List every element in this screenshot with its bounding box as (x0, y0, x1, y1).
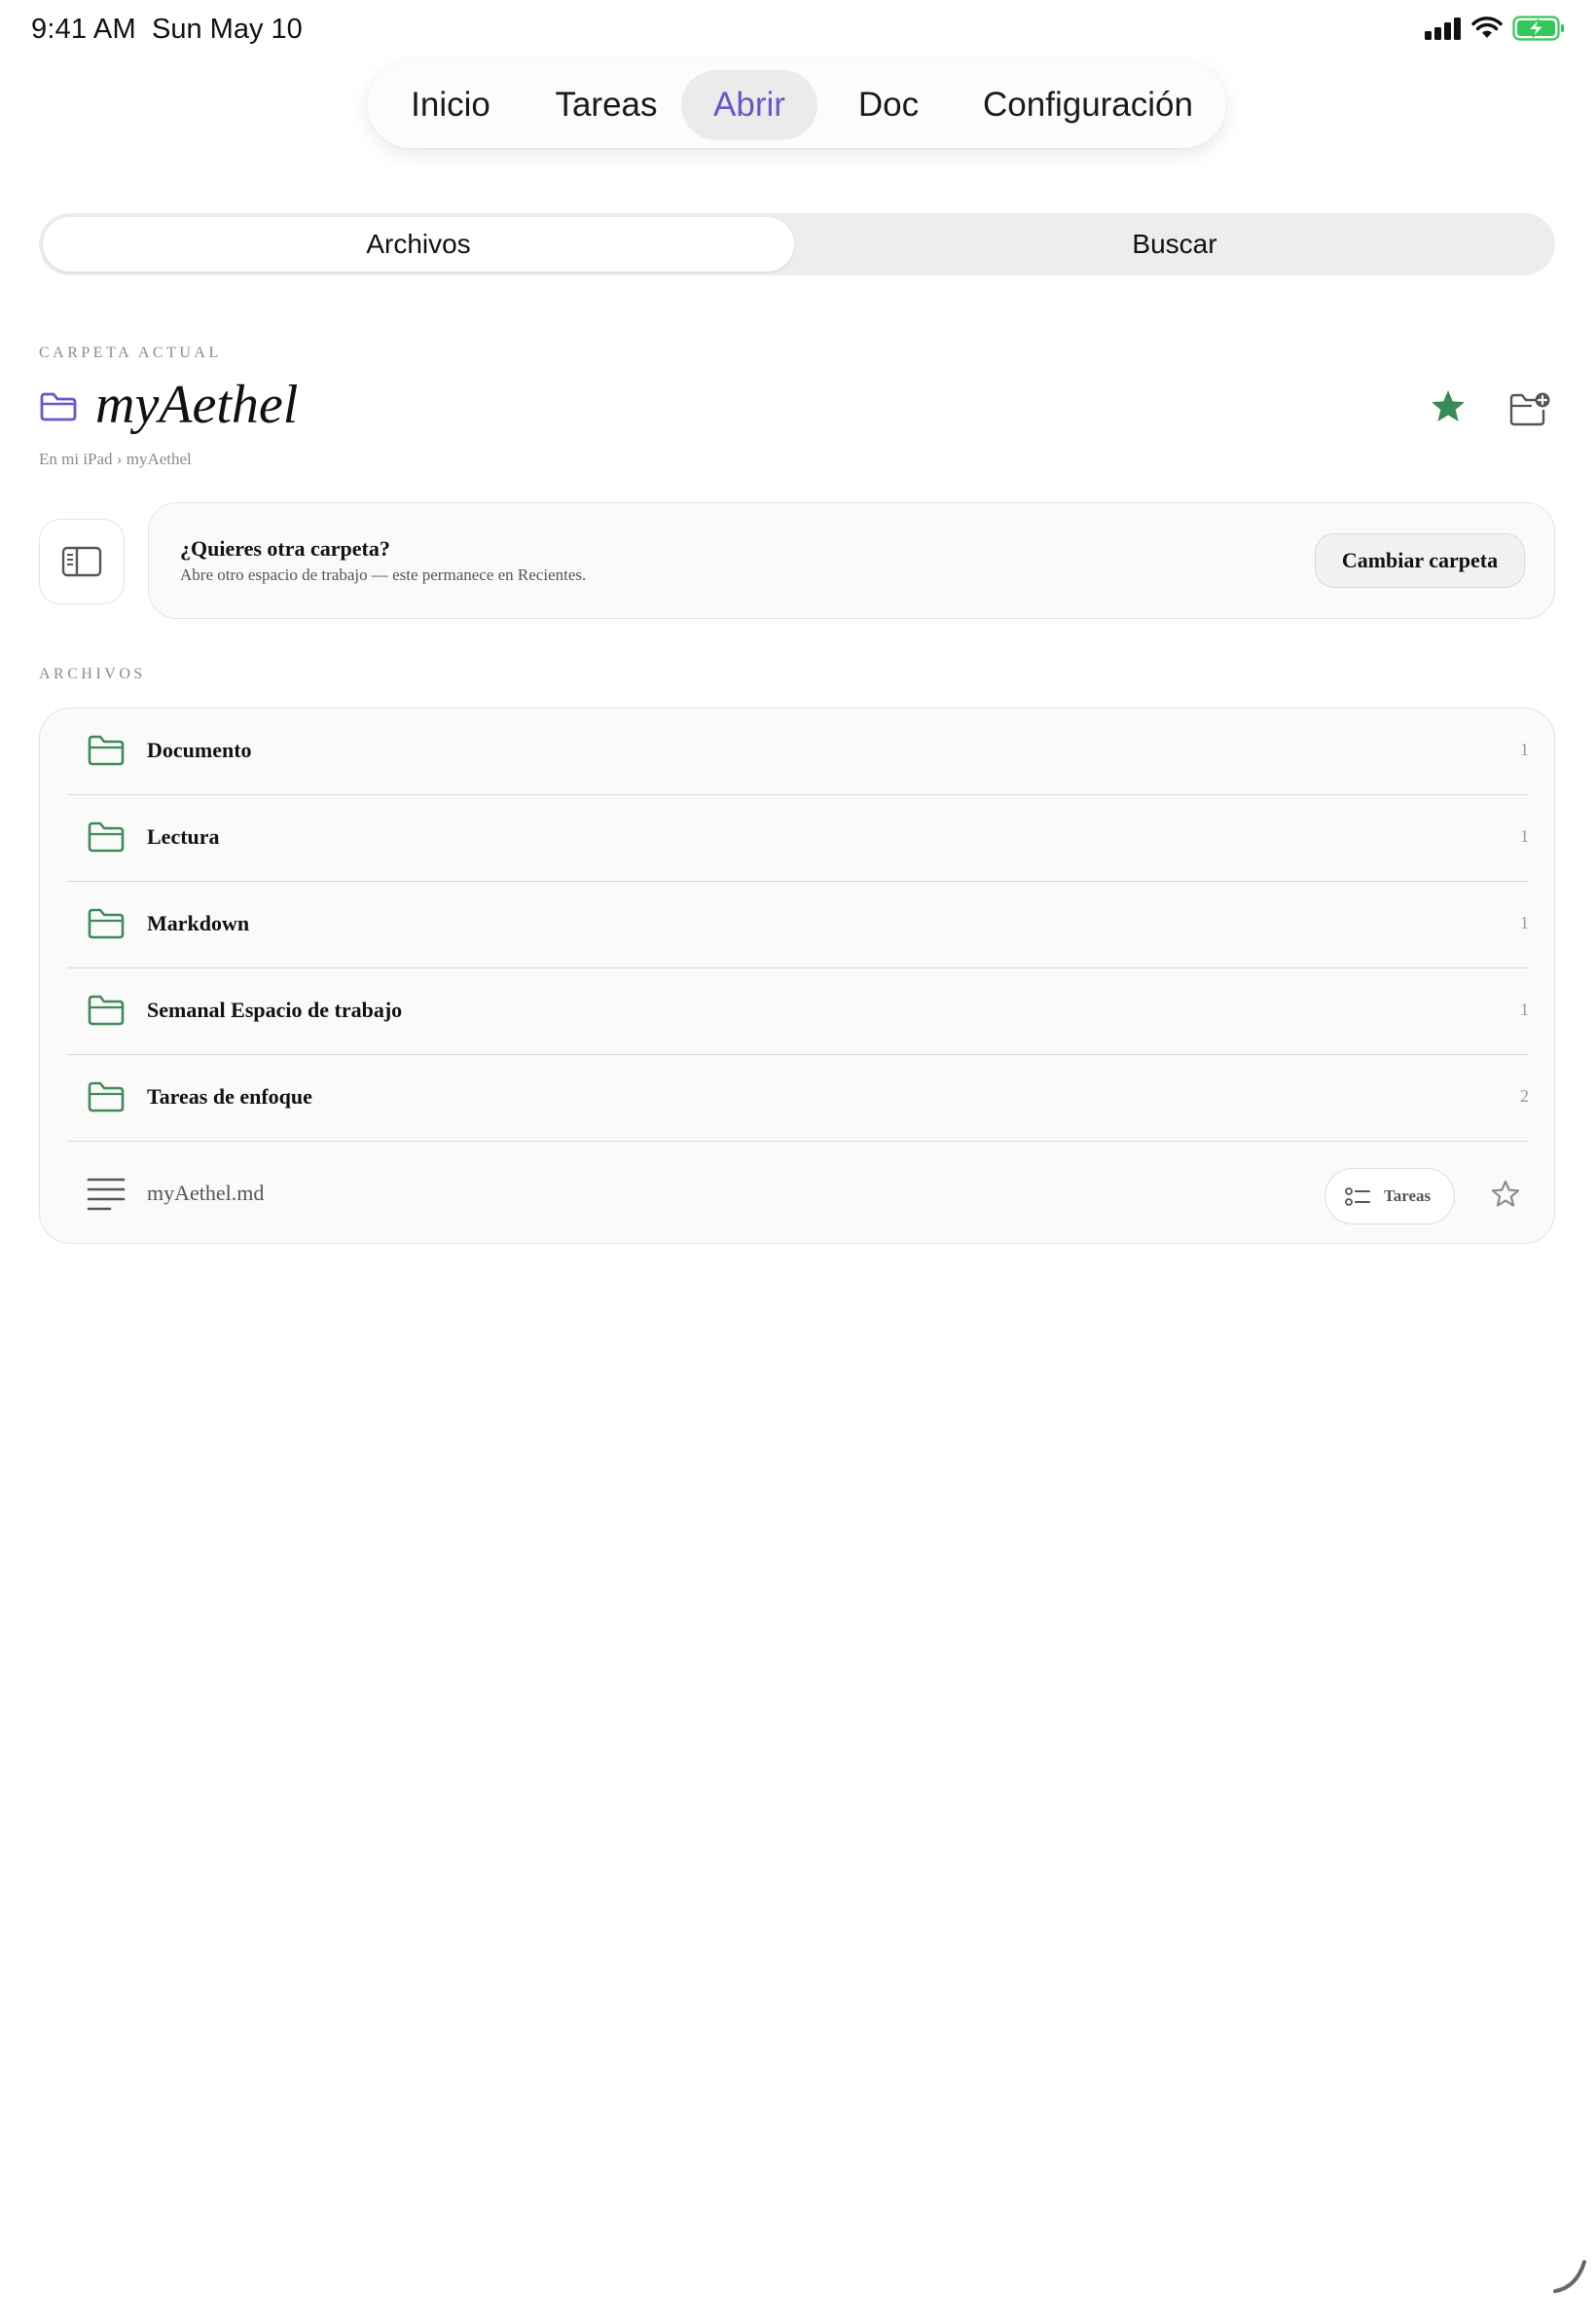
folder-row-markdown[interactable]: Markdown 1 (67, 882, 1529, 968)
tab-doc[interactable]: Doc (835, 70, 942, 140)
checklist-icon (1345, 1187, 1370, 1206)
folder-item-count: 1 (1520, 1000, 1529, 1019)
folder-item-count: 2 (1520, 1086, 1529, 1106)
folder-row-tareas-de-enfoque[interactable]: Tareas de enfoque 2 (67, 1055, 1529, 1142)
files-search-segmented-control: Archivos Buscar (39, 213, 1555, 275)
star-outline-icon[interactable] (1490, 1179, 1521, 1210)
tab-tareas[interactable]: Tareas (543, 70, 670, 140)
file-name: myAethel.md (147, 1181, 265, 1205)
text-lines-icon (87, 1178, 126, 1211)
favorite-folder-button[interactable] (1425, 383, 1471, 430)
folder-item-count: 1 (1520, 740, 1529, 759)
folder-icon (88, 908, 125, 939)
wifi-icon (1471, 17, 1503, 38)
current-folder-section-label: CARPETA ACTUAL (39, 345, 222, 361)
folder-icon (40, 392, 77, 421)
files-list: Documento 1 Lectura 1 Markdown 1 Semanal… (39, 708, 1555, 1244)
file-row-myaethel-md[interactable]: myAethel.md Tareas (67, 1142, 1529, 1243)
folder-name: Tareas de enfoque (147, 1084, 312, 1109)
folder-icon (88, 995, 125, 1026)
segment-buscar[interactable]: Buscar (798, 217, 1551, 272)
breadcrumb: En mi iPad › myAethel (39, 450, 192, 468)
folder-icon (88, 1081, 125, 1112)
folder-icon (88, 821, 125, 853)
battery-charging-icon (1512, 16, 1564, 41)
tab-abrir[interactable]: Abrir (681, 70, 817, 140)
tasks-chip-label: Tareas (1384, 1186, 1432, 1205)
folder-item-count: 1 (1520, 826, 1529, 846)
folder-name: Lectura (147, 824, 220, 849)
folder-name: Semanal Espacio de trabajo (147, 998, 403, 1022)
folder-item-count: 1 (1520, 913, 1529, 932)
folder-icon (88, 735, 125, 766)
segment-archivos[interactable]: Archivos (43, 217, 794, 272)
prompt-subtitle: Abre otro espacio de trabajo — este perm… (180, 565, 587, 584)
folder-row-semanal-espacio-de-trabajo[interactable]: Semanal Espacio de trabajo 1 (67, 968, 1529, 1055)
tab-inicio[interactable]: Inicio (389, 70, 512, 140)
new-folder-button[interactable] (1505, 385, 1555, 432)
folder-name: Markdown (147, 911, 250, 935)
scribble-corner-icon (1553, 2260, 1586, 2293)
status-bar: 9:41 AM Sun May 10 (0, 0, 1596, 58)
cellular-signal-icon (1425, 18, 1461, 40)
open-tasks-chip[interactable]: Tareas (1324, 1168, 1455, 1224)
sidebar-toggle-button[interactable] (39, 519, 125, 604)
star-filled-icon (1432, 390, 1465, 421)
current-folder-title: myAethel (95, 375, 299, 435)
folder-name: Documento (147, 738, 252, 762)
status-time: 9:41 AM (31, 14, 136, 45)
change-folder-button[interactable]: Cambiar carpeta (1315, 533, 1525, 588)
top-tab-bar: Inicio Tareas Abrir Doc Configuración (368, 62, 1226, 148)
change-folder-card: ¿Quieres otra carpeta? Abre otro espacio… (148, 502, 1555, 619)
prompt-title: ¿Quieres otra carpeta? (180, 536, 390, 561)
files-section-label: ARCHIVOS (39, 666, 146, 682)
tab-configuracion[interactable]: Configuración (963, 70, 1213, 140)
folder-row-documento[interactable]: Documento 1 (67, 709, 1529, 795)
sidebar-icon (61, 546, 102, 577)
status-date: Sun May 10 (152, 14, 303, 45)
status-icons (1425, 16, 1565, 41)
folder-row-lectura[interactable]: Lectura 1 (67, 795, 1529, 882)
folder-plus-icon (1509, 392, 1550, 426)
